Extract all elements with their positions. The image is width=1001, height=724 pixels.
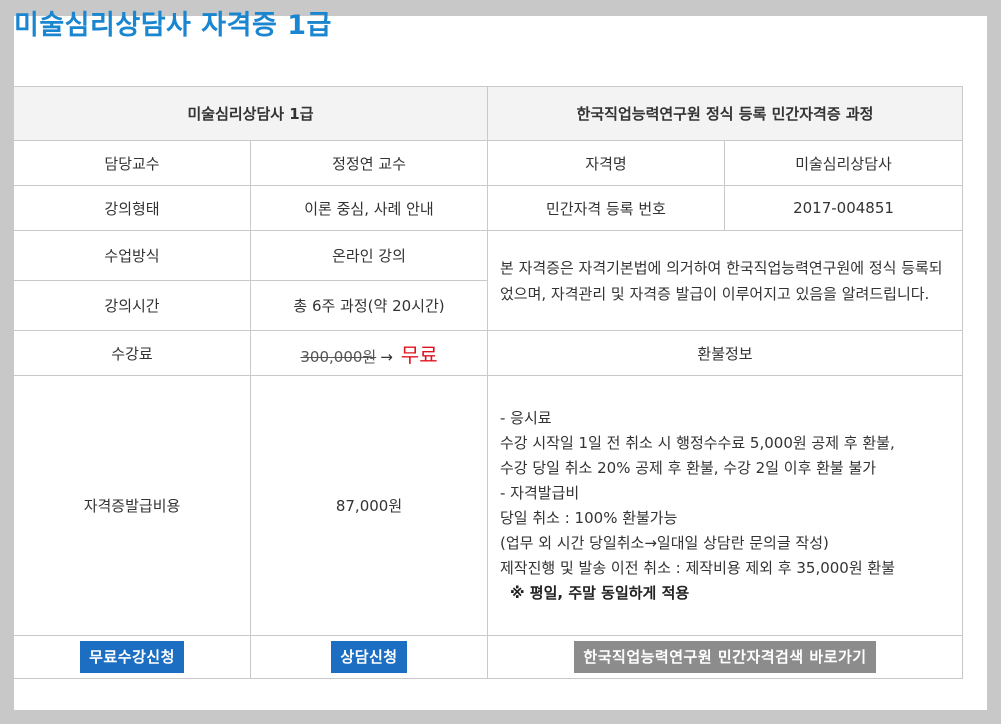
refund-line: 당일 취소 : 100% 환불가능	[500, 508, 678, 527]
tuition-free-badge: 무료	[400, 342, 438, 367]
course-description-header: 한국직업능력연구원 정식 등록 민간자격증 과정	[486, 86, 964, 141]
free-enroll-button[interactable]: 무료수강신청	[80, 641, 184, 673]
consult-button[interactable]: 상담신청	[331, 641, 407, 673]
lecture-time-value: 총 6주 과정(약 20시간)	[250, 280, 488, 331]
arrow-icon: →	[380, 347, 393, 366]
table-row: 수강료 300,000원 → 무료 환불정보	[13, 330, 964, 376]
reg-number-value: 2017-004851	[723, 185, 964, 231]
table-header-row: 미술심리상담사 1급 한국직업능력연구원 정식 등록 민간자격증 과정	[13, 86, 964, 141]
lecture-time-label: 강의시간	[13, 280, 251, 331]
cert-fee-label: 자격증발급비용	[13, 375, 251, 636]
reg-number-label: 민간자격 등록 번호	[487, 185, 725, 231]
search-link-cell: 한국직업능력연구원 민간자격검색 바로가기	[486, 635, 964, 679]
course-name-header: 미술심리상담사 1급	[13, 86, 488, 141]
tuition-value: 300,000원 → 무료	[250, 330, 488, 376]
refund-detail: - 응시료 수강 시작일 1일 전 취소 시 행정수수료 5,000원 공제 후…	[486, 375, 964, 636]
lecture-type-label: 강의형태	[13, 185, 251, 231]
refund-line: 수강 당일 취소 20% 공제 후 환불, 수강 2일 이후 환불 불가	[500, 458, 877, 477]
table-row: 수업방식 온라인 강의 본 자격증은 자격기본법에 의거하여 한국직업능력연구원…	[13, 230, 964, 331]
instructor-value: 정정연 교수	[250, 140, 488, 186]
table-row: 강의형태 이론 중심, 사례 안내 민간자격 등록 번호 2017-004851	[13, 185, 964, 231]
table-row: 자격증발급비용 87,000원 - 응시료 수강 시작일 1일 전 취소 시 행…	[13, 375, 964, 636]
instructor-label: 담당교수	[13, 140, 251, 186]
lecture-type-value: 이론 중심, 사례 안내	[250, 185, 488, 231]
consult-cell: 상담신청	[250, 635, 488, 679]
refund-line: - 응시료	[500, 408, 552, 427]
refund-info-label: 환불정보	[486, 330, 964, 376]
button-row: 무료수강신청 상담신청 한국직업능력연구원 민간자격검색 바로가기	[13, 635, 964, 679]
refund-line: 제작진행 및 발송 이전 취소 : 제작비용 제외 후 35,000원 환불	[500, 558, 896, 577]
registration-notice: 본 자격증은 자격기본법에 의거하여 한국직업능력연구원에 정식 등록되었으며,…	[486, 230, 964, 331]
course-info-table: 미술심리상담사 1급 한국직업능력연구원 정식 등록 민간자격증 과정 담당교수…	[13, 86, 964, 679]
tuition-label: 수강료	[13, 330, 251, 376]
refund-line: 수강 시작일 1일 전 취소 시 행정수수료 5,000원 공제 후 환불,	[500, 433, 895, 452]
cert-search-link-button[interactable]: 한국직업능력연구원 민간자격검색 바로가기	[574, 641, 876, 673]
free-enroll-cell: 무료수강신청	[13, 635, 251, 679]
class-method-label: 수업방식	[13, 230, 251, 281]
class-method-value: 온라인 강의	[250, 230, 488, 281]
refund-line: (업무 외 시간 당일취소→일대일 상담란 문의글 작성)	[500, 533, 829, 552]
cert-name-label: 자격명	[487, 140, 725, 186]
tuition-original-price: 300,000원	[300, 347, 377, 366]
refund-note: ※ 평일, 주말 동일하게 적용	[510, 583, 690, 602]
cert-name-value: 미술심리상담사	[723, 140, 964, 186]
cert-fee-value: 87,000원	[250, 375, 488, 636]
table-row: 담당교수 정정연 교수 자격명 미술심리상담사	[13, 140, 964, 186]
refund-line: - 자격발급비	[500, 483, 580, 502]
page-title: 미술심리상담사 자격증 1급	[14, 10, 332, 41]
